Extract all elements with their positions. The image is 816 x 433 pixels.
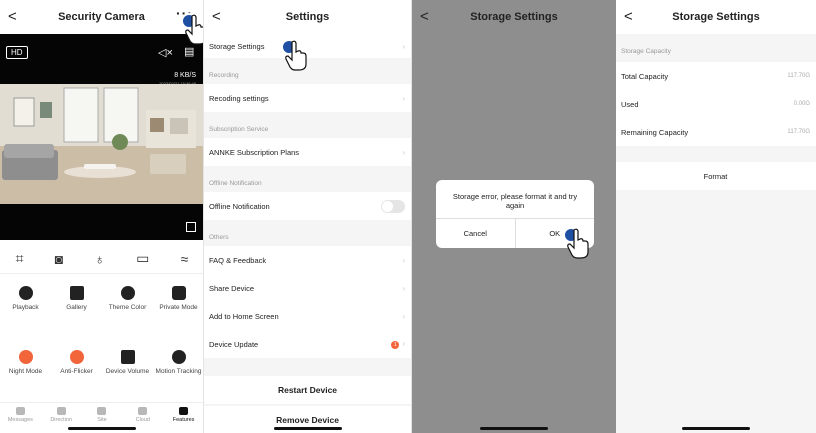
star-icon (97, 407, 107, 415)
night-mode-button[interactable]: Night Mode (2, 350, 50, 376)
add-home-screen-row[interactable]: Add to Home Screen › (204, 302, 411, 330)
back-button[interactable]: < (8, 8, 17, 25)
bitrate-readout: 8 KB/S (174, 72, 196, 79)
tab-features[interactable]: Features (164, 407, 203, 423)
storage-error-screen: < Storage Settings Storage error, please… (412, 0, 616, 433)
expand-chevron-icon[interactable]: ≈ (181, 251, 189, 267)
grid-icon (179, 407, 189, 415)
palette-icon (120, 286, 135, 300)
feature-grid-row-1: Playback Gallery Theme Color Private Mod… (0, 286, 203, 312)
tap-hand-icon (280, 38, 310, 77)
device-volume-button[interactable]: Device Volume (104, 350, 152, 376)
direction-icon (56, 407, 66, 415)
home-indicator (273, 427, 342, 430)
camera-header: < Security Camera ··· (0, 0, 203, 34)
private-mode-icon (171, 286, 186, 300)
mute-icon[interactable]: ◁× (158, 46, 173, 59)
playback-button[interactable]: Playback (2, 286, 50, 312)
chevron-right-icon: › (402, 41, 405, 51)
tab-site[interactable]: Site (82, 407, 122, 423)
volume-icon (120, 350, 135, 364)
fullscreen-icon[interactable] (186, 222, 196, 232)
theme-color-button[interactable]: Theme Color (104, 286, 152, 312)
chevron-right-icon: › (402, 311, 405, 321)
chevron-right-icon: › (402, 93, 405, 103)
page-title: Storage Settings (470, 11, 558, 23)
subscription-plans-row[interactable]: ANNKE Subscription Plans › (204, 138, 411, 166)
cloud-icon (138, 407, 148, 415)
storage-header: < Storage Settings (412, 0, 616, 34)
private-mode-button[interactable]: Private Mode (155, 286, 203, 312)
bottom-tab-bar: Messages Direction Site Cloud Features (0, 402, 203, 423)
chevron-right-icon: › (402, 147, 405, 157)
section-storage-capacity: Storage Capacity (621, 48, 671, 55)
recording-settings-row[interactable]: Recoding settings › (204, 84, 411, 112)
remaining-capacity-value: 117.70G (787, 129, 810, 135)
settings-screen: < Settings Storage Settings › Recording R… (204, 0, 412, 433)
device-update-row[interactable]: Device Update 1 › (204, 330, 411, 358)
flicker-icon (69, 350, 84, 364)
storage-settings-screen: < Storage Settings Storage Capacity Tota… (616, 0, 816, 433)
home-indicator (682, 427, 750, 430)
remaining-capacity-row: Remaining Capacity 117.70G (616, 118, 816, 146)
restart-device-button[interactable]: Restart Device (204, 376, 411, 404)
location-pin-icon (171, 350, 186, 364)
gallery-button[interactable]: Gallery (53, 286, 101, 312)
section-offline: Offline Notification (209, 180, 262, 187)
dialog-message: Storage error, please format it and try … (452, 192, 578, 210)
mic-icon[interactable]: ♁ (94, 251, 105, 267)
tab-direction[interactable]: Direction (41, 407, 81, 423)
hd-quality-button[interactable]: HD (6, 46, 28, 59)
camera-toolbar: ⌗ ◙ ♁ ▭ ≈ (0, 244, 203, 274)
page-title: Security Camera (58, 11, 145, 23)
back-button[interactable]: < (420, 8, 429, 25)
share-device-row[interactable]: Share Device › (204, 274, 411, 302)
play-icon (18, 286, 33, 300)
section-subscription: Subscription Service (209, 126, 269, 133)
home-indicator (67, 427, 136, 430)
camera-icon[interactable]: ◙ (55, 251, 63, 267)
cancel-button[interactable]: Cancel (436, 219, 515, 248)
chevron-right-icon: › (402, 339, 405, 348)
tab-messages[interactable]: Messages (0, 407, 40, 423)
faq-row[interactable]: FAQ & Feedback › (204, 246, 411, 274)
total-capacity-value: 117.70G (787, 73, 810, 79)
messages-icon (15, 407, 25, 415)
night-mode-icon (18, 350, 33, 364)
tap-hand-icon (180, 12, 203, 51)
update-badge: 1 (391, 341, 400, 349)
gallery-icon (69, 286, 84, 300)
total-capacity-row: Total Capacity 117.70G (616, 62, 816, 90)
back-button[interactable]: < (624, 8, 633, 25)
back-button[interactable]: < (212, 8, 221, 25)
chevron-right-icon: › (402, 283, 405, 293)
page-title: Storage Settings (672, 11, 760, 23)
used-value: 0.00G (793, 101, 810, 107)
security-camera-screen: < Security Camera ··· HD ◁× ▤ 8 KB/S 202… (0, 0, 204, 433)
storage-settings-header: < Storage Settings (616, 0, 816, 34)
offline-notification-toggle[interactable] (381, 199, 405, 213)
format-button[interactable]: Format (616, 162, 816, 190)
home-indicator (480, 427, 548, 430)
tab-cloud[interactable]: Cloud (123, 407, 163, 423)
living-room-camera-feed (0, 84, 203, 204)
live-video-view[interactable]: HD ◁× ▤ 8 KB/S 2023/02/21 15:36:48 (0, 34, 203, 240)
motion-tracking-button[interactable]: Motion Tracking (155, 350, 203, 376)
offline-notification-row: Offline Notification (204, 192, 411, 220)
video-record-icon[interactable]: ▭ (136, 250, 149, 267)
used-row: Used 0.00G (616, 90, 816, 118)
settings-header: < Settings (204, 0, 411, 34)
anti-flicker-button[interactable]: Anti-Flicker (53, 350, 101, 376)
feature-grid-row-2: Night Mode Anti-Flicker Device Volume Mo… (0, 350, 203, 376)
screenshot-frame-icon[interactable]: ⌗ (16, 250, 24, 267)
section-others: Others (209, 234, 229, 241)
tap-hand-icon (562, 226, 592, 265)
chevron-right-icon: › (402, 255, 405, 265)
page-title: Settings (285, 11, 330, 23)
